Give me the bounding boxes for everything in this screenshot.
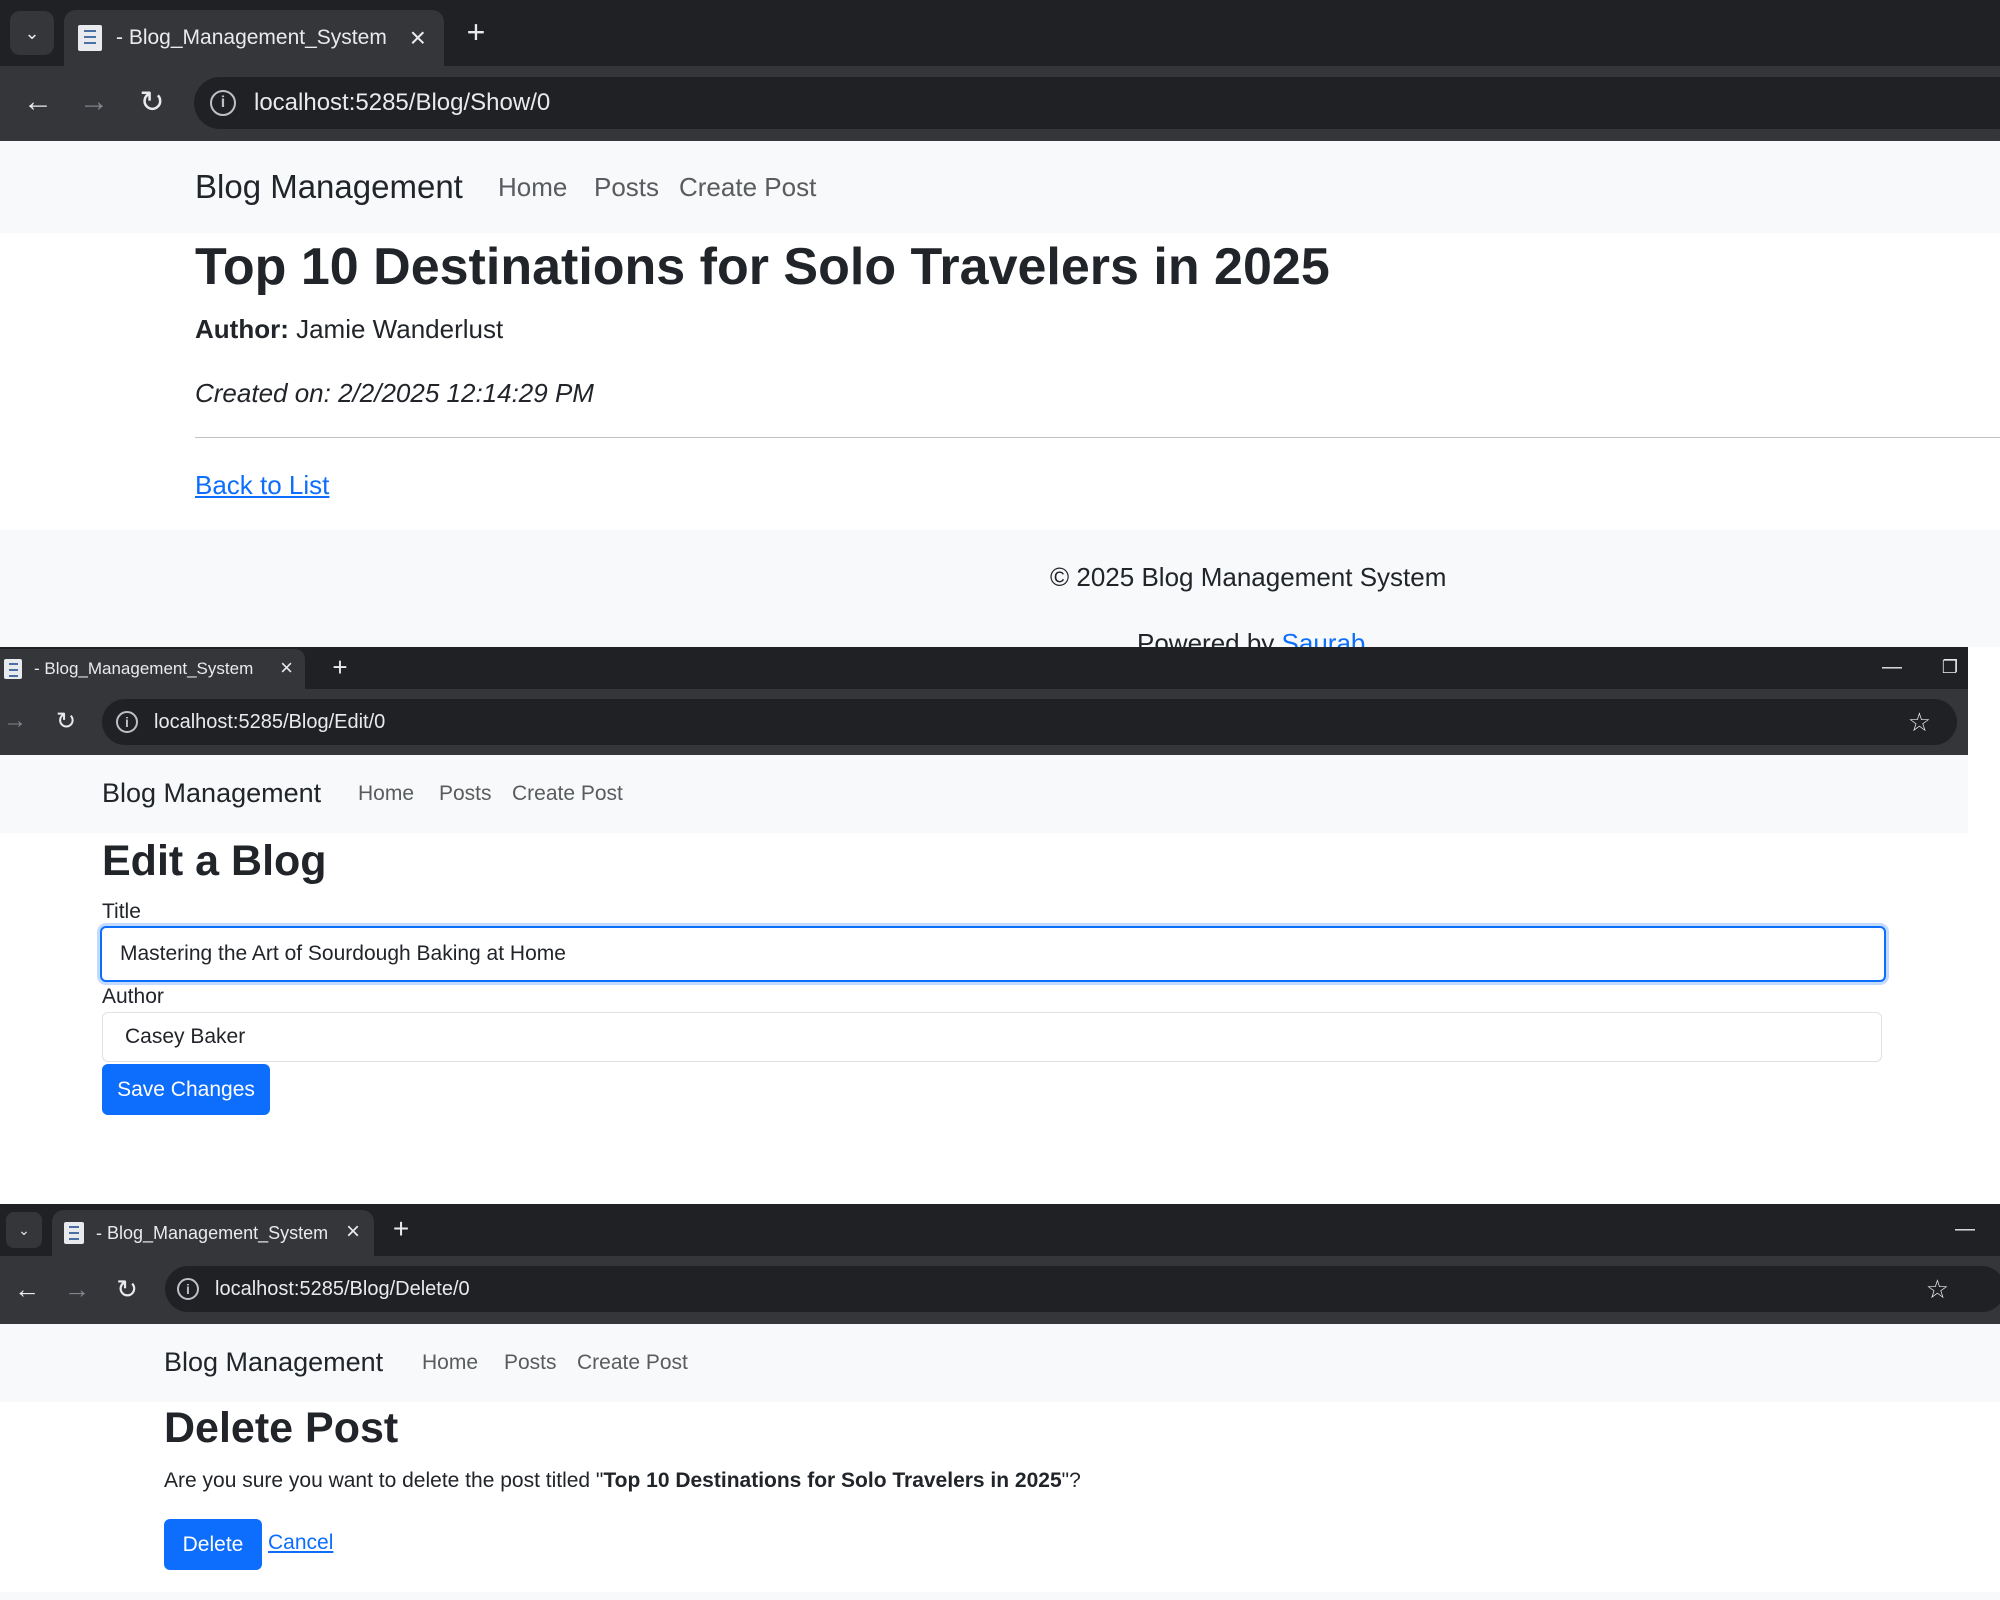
nav-posts[interactable]: Posts [504,1351,557,1375]
reload-icon[interactable]: ↻ [110,1272,144,1306]
forward-arrow-icon[interactable]: → [0,705,30,737]
confirm-post-title: Top 10 Destinations for Solo Travelers i… [603,1469,1062,1492]
author-field[interactable]: Casey Baker [102,1012,1882,1062]
author-value: Jamie Wanderlust [296,314,504,344]
title-field-value[interactable]: Mastering the Art of Sourdough Baking at… [120,942,566,966]
tab-strip: ⌄ - Blog_Management_System × + [0,0,2000,66]
new-tab-icon[interactable]: + [458,12,494,52]
reload-icon[interactable]: ↻ [132,82,172,122]
address-bar[interactable]: i localhost:5285/Blog/Edit/0 ☆ [102,699,1957,745]
close-icon[interactable]: × [280,655,293,681]
navbar: Blog Management Home Posts Create Post [0,755,1968,833]
nav-posts[interactable]: Posts [439,782,492,806]
url-text[interactable]: localhost:5285/Blog/Edit/0 [154,711,385,734]
tab-search-icon[interactable]: ⌄ [10,11,54,55]
new-tab-icon[interactable]: + [326,651,354,683]
site-info-icon[interactable]: i [116,711,138,733]
favicon-icon [64,1222,84,1244]
address-toolbar: ← → ↻ i localhost:5285/Blog/Delete/0 ☆ [0,1256,2000,1324]
site-info-icon[interactable]: i [210,90,236,116]
post-title: Top 10 Destinations for Solo Travelers i… [195,238,1330,296]
navbar-brand[interactable]: Blog Management [195,168,463,206]
save-changes-button[interactable]: Save Changes [102,1064,270,1115]
divider [195,437,2000,438]
close-icon[interactable]: × [410,22,426,54]
bookmark-star-icon[interactable]: ☆ [1926,1274,1949,1305]
tab-title: - Blog_Management_System [116,26,387,49]
author-label: Author: [195,314,289,344]
tab-title: - Blog_Management_System [34,659,254,678]
nav-home[interactable]: Home [358,782,414,806]
navbar-brand[interactable]: Blog Management [102,778,321,809]
nav-create-post[interactable]: Create Post [512,782,623,806]
footer-copyright: © 2025 Blog Management System [1050,562,1447,592]
show-page-window: ⌄ - Blog_Management_System × + ← → ↻ i l… [0,0,2000,647]
address-bar[interactable]: i localhost:5285/Blog/Delete/0 ☆ [165,1266,2000,1312]
powered-by-link[interactable]: Saurab [1282,628,1366,647]
back-arrow-icon[interactable]: ← [18,82,58,122]
delete-button[interactable]: Delete [164,1519,262,1570]
powered-by-text: Powered by [1137,628,1275,647]
page-heading: Edit a Blog [102,837,327,885]
title-field[interactable]: Mastering the Art of Sourdough Baking at… [100,926,1886,982]
post-created-on: Created on: 2/2/2025 12:14:29 PM [195,378,594,408]
nav-posts[interactable]: Posts [594,172,659,203]
navbar: Blog Management Home Posts Create Post [0,141,2000,233]
tab-title: - Blog_Management_System [96,1222,329,1243]
nav-create-post[interactable]: Create Post [577,1351,688,1375]
url-text[interactable]: localhost:5285/Blog/Show/0 [254,89,550,117]
forward-arrow-icon[interactable]: → [60,1272,94,1306]
tab-strip: - Blog_Management_System × + — ❐ [0,647,1968,689]
new-tab-icon[interactable]: + [386,1212,416,1246]
address-toolbar: → ↻ i localhost:5285/Blog/Edit/0 ☆ [0,689,1968,755]
url-text[interactable]: localhost:5285/Blog/Delete/0 [215,1278,470,1301]
footer-powered-by: Powered by Saurab [1137,628,1365,647]
author-label: Author [102,985,164,1008]
footer: © 2025 Blog Management System Powered by… [0,530,2000,647]
confirm-prefix: Are you sure you want to delete the post… [164,1469,604,1492]
navbar: Blog Management Home Posts Create Post [0,1324,2000,1402]
bookmark-star-icon[interactable]: ☆ [1908,707,1931,738]
delete-page-window: ⌄ - Blog_Management_System × + — ← → ↻ i… [0,1204,2000,1600]
back-to-list-link[interactable]: Back to List [195,470,329,501]
edit-page-window: - Blog_Management_System × + — ❐ → ↻ i l… [0,647,1968,1204]
address-toolbar: ← → ↻ i localhost:5285/Blog/Show/0 [0,66,2000,141]
minimize-icon[interactable]: — [1878,653,1906,681]
address-bar[interactable]: i localhost:5285/Blog/Show/0 [194,77,2000,129]
forward-arrow-icon[interactable]: → [74,82,114,122]
favicon-icon [78,25,102,51]
confirm-suffix: "? [1061,1469,1081,1492]
favicon-icon [4,659,22,679]
tab-strip: ⌄ - Blog_Management_System × + — [0,1204,2000,1256]
browser-tab[interactable]: - Blog_Management_System × [0,649,305,689]
close-icon[interactable]: × [346,1218,360,1246]
browser-tab[interactable]: - Blog_Management_System × [52,1210,374,1256]
navbar-brand[interactable]: Blog Management [164,1347,383,1378]
page-heading: Delete Post [164,1404,399,1452]
nav-home[interactable]: Home [498,172,567,203]
author-field-value[interactable]: Casey Baker [125,1025,245,1049]
tab-search-icon[interactable]: ⌄ [6,1212,42,1248]
cancel-link[interactable]: Cancel [268,1531,333,1555]
delete-confirm-message: Are you sure you want to delete the post… [164,1469,1081,1493]
site-info-icon[interactable]: i [177,1278,199,1300]
page-bottom-band [0,1592,2000,1600]
nav-create-post[interactable]: Create Post [679,172,816,203]
title-label: Title [102,900,141,923]
back-arrow-icon[interactable]: ← [10,1272,44,1306]
nav-home[interactable]: Home [422,1351,478,1375]
minimize-icon[interactable]: — [1950,1214,1980,1244]
browser-tab[interactable]: - Blog_Management_System × [64,10,444,66]
reload-icon[interactable]: ↻ [50,705,82,737]
restore-window-icon[interactable]: ❐ [1936,653,1964,681]
post-author: Author: Jamie Wanderlust [195,314,503,345]
